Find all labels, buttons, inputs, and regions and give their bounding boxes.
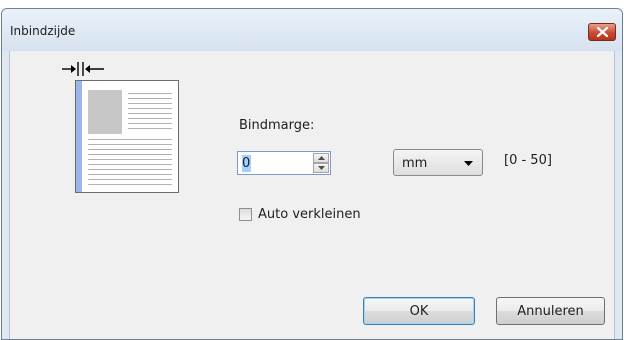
preview-text-line bbox=[128, 118, 172, 119]
preview-text-line bbox=[128, 103, 172, 104]
dropdown-arrow-icon bbox=[464, 161, 473, 166]
preview-text-line bbox=[88, 139, 172, 140]
preview-text-line bbox=[88, 154, 172, 155]
preview-text-line bbox=[128, 108, 172, 109]
preview-text-line bbox=[128, 98, 172, 99]
preview-text-line bbox=[88, 149, 172, 150]
ok-button[interactable]: OK bbox=[363, 297, 475, 325]
range-hint: [0 - 50] bbox=[504, 153, 552, 168]
preview-image-block bbox=[88, 90, 122, 134]
bindmarge-label: Bindmarge: bbox=[239, 118, 315, 133]
unit-select-value: mm bbox=[402, 156, 428, 171]
title-bar: Inbindzijde bbox=[2, 9, 622, 51]
spin-up-button[interactable] bbox=[313, 153, 329, 163]
preview-text-line bbox=[128, 128, 172, 129]
preview-text-line bbox=[128, 93, 172, 94]
auto-shrink-option[interactable]: Auto verkleinen bbox=[239, 207, 361, 222]
preview-text-line bbox=[88, 174, 172, 175]
binding-margin-icon bbox=[62, 62, 104, 76]
chevron-down-icon bbox=[317, 166, 325, 170]
binding-margin-strip bbox=[76, 81, 82, 192]
window-title: Inbindzijde bbox=[10, 24, 76, 38]
unit-select[interactable]: mm bbox=[393, 149, 483, 176]
preview-text-line bbox=[88, 159, 172, 160]
preview-text-line bbox=[88, 184, 172, 185]
preview-text-line bbox=[88, 169, 172, 170]
bindmarge-stepper[interactable] bbox=[237, 151, 331, 175]
preview-text-line bbox=[88, 144, 172, 145]
preview-text-line bbox=[128, 123, 172, 124]
preview-text-line bbox=[128, 113, 172, 114]
preview-text-line bbox=[88, 164, 172, 165]
auto-shrink-checkbox[interactable] bbox=[239, 208, 252, 221]
cancel-button[interactable]: Annuleren bbox=[496, 297, 605, 325]
spin-down-button[interactable] bbox=[313, 163, 329, 173]
chevron-up-icon bbox=[317, 156, 325, 160]
page-preview bbox=[75, 80, 179, 193]
auto-shrink-label: Auto verkleinen bbox=[258, 207, 361, 222]
preview-text-line bbox=[88, 179, 172, 180]
close-x-icon bbox=[596, 27, 608, 37]
close-button[interactable] bbox=[588, 23, 616, 41]
bindmarge-input[interactable] bbox=[240, 154, 310, 172]
